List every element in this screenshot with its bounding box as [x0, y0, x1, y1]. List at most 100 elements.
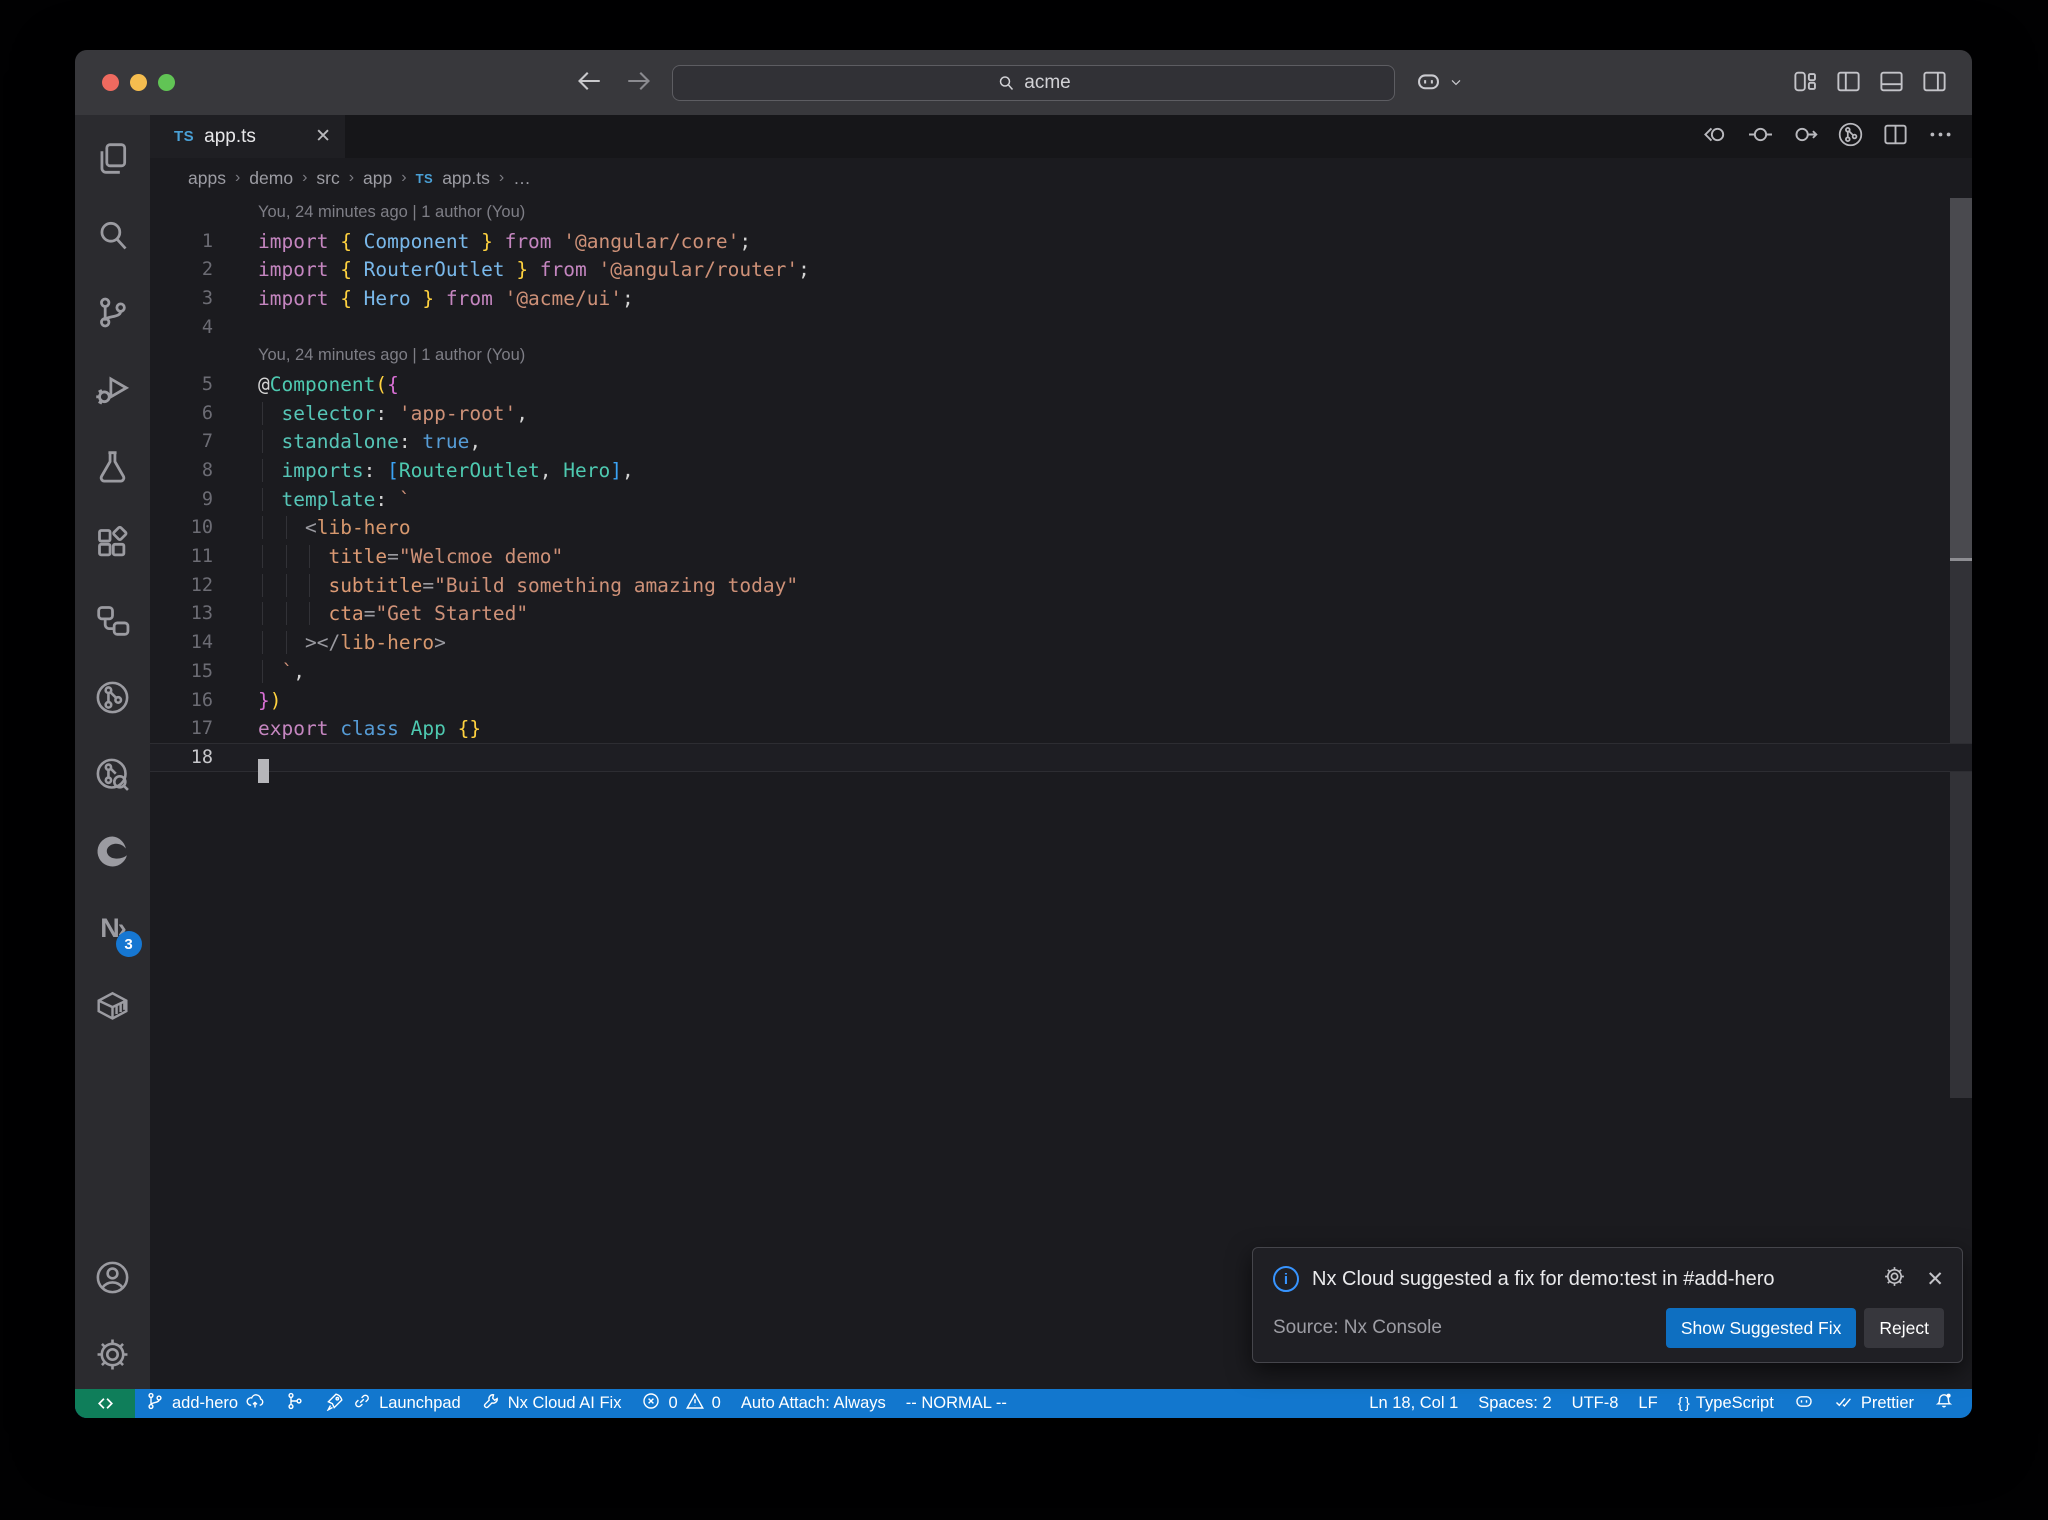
status-indentation[interactable]: Spaces: 2 — [1468, 1389, 1561, 1418]
breadcrumb-item-src[interactable]: src — [316, 168, 339, 189]
code-content[interactable]: @Component({ — [258, 373, 1972, 396]
line-number: 11 — [190, 546, 213, 568]
indent-guide — [262, 401, 263, 425]
extensions-icon[interactable] — [86, 514, 140, 572]
code-content[interactable]: title="Welcmoe demo" — [258, 545, 1972, 569]
browser-tools-icon[interactable] — [86, 822, 140, 880]
breadcrumb-item-app[interactable]: app — [363, 168, 392, 189]
breadcrumb-item-demo[interactable]: demo — [249, 168, 293, 189]
breadcrumb-item-[interactable]: … — [513, 168, 531, 189]
code-content[interactable]: }) — [258, 689, 1972, 712]
activity-bar: N› 3 — [75, 115, 150, 1389]
explorer-icon[interactable] — [86, 129, 140, 187]
code-content[interactable]: imports: [RouterOutlet, Hero], — [258, 459, 1972, 483]
close-window-button[interactable] — [102, 74, 119, 91]
split-editor-icon[interactable] — [1882, 121, 1909, 153]
history-back-icon[interactable] — [575, 66, 605, 101]
git-search-icon[interactable] — [86, 745, 140, 803]
toggle-secondary-sidebar-icon[interactable] — [1921, 68, 1948, 100]
nx-console-icon[interactable]: N› 3 — [86, 899, 142, 957]
status-label: Ln 18, Col 1 — [1369, 1394, 1459, 1412]
reject-button[interactable]: Reject — [1864, 1308, 1944, 1348]
line-number: 17 — [190, 718, 213, 740]
git-graph-circle-icon[interactable] — [86, 668, 140, 726]
status-copilot[interactable] — [1784, 1389, 1824, 1418]
show-suggested-fix-button[interactable]: Show Suggested Fix — [1665, 1308, 1857, 1348]
breadcrumb-item-apps[interactable]: apps — [188, 168, 226, 189]
circle-arrow-right-icon[interactable] — [1792, 121, 1819, 153]
line-number: 8 — [201, 460, 213, 482]
status-label: Spaces: 2 — [1478, 1394, 1552, 1412]
code-content[interactable]: cta="Get Started" — [258, 602, 1972, 626]
code-content[interactable]: <lib-hero — [258, 516, 1972, 540]
minimize-window-button[interactable] — [130, 74, 147, 91]
testing-icon[interactable] — [86, 437, 140, 495]
code-content[interactable]: export class App {} — [258, 717, 1972, 740]
status-encoding[interactable]: UTF-8 — [1562, 1389, 1629, 1418]
status-nx-cloud-ai-fix[interactable]: Nx Cloud AI Fix — [471, 1389, 632, 1418]
status-branch[interactable]: add-hero — [135, 1389, 275, 1418]
tab-close-icon[interactable]: ✕ — [315, 125, 331, 148]
status-bar: add-hero Launchpad Nx Cloud AI Fix 0 0 Auto A… — [75, 1389, 1972, 1418]
search-icon[interactable] — [86, 206, 140, 264]
status-label: Nx Cloud AI Fix — [507, 1394, 622, 1412]
indent-guide — [262, 573, 263, 597]
history-forward-icon[interactable] — [623, 66, 653, 101]
toggle-panel-icon[interactable] — [1878, 68, 1905, 100]
copilot-icon[interactable] — [1415, 68, 1442, 100]
container-icon[interactable] — [86, 976, 140, 1034]
status-launchpad[interactable]: Launchpad — [315, 1389, 471, 1418]
code-content[interactable]: selector: 'app-root', — [258, 401, 1972, 425]
code-content[interactable]: template: ` — [258, 487, 1972, 511]
customize-layout-icon[interactable] — [1792, 68, 1819, 100]
status-git-graph[interactable] — [275, 1389, 315, 1418]
project-graph-icon[interactable] — [86, 591, 140, 649]
chevron-down-icon[interactable] — [1448, 74, 1464, 95]
status-auto-attach[interactable]: Auto Attach: Always — [731, 1389, 896, 1418]
code-editor[interactable]: You, 24 minutes ago | 1 author (You) 1 imp… — [150, 198, 1972, 1389]
line-number: 12 — [190, 574, 213, 596]
dash-circle-icon[interactable] — [1747, 121, 1774, 153]
notification-toast: i Nx Cloud suggested a fix for demo:test… — [1252, 1247, 1963, 1363]
tab-app-ts[interactable]: TS app.ts ✕ — [150, 115, 345, 158]
code-content[interactable]: subtitle="Build something amazing today" — [258, 573, 1972, 597]
status-problems[interactable]: 00 — [631, 1389, 730, 1418]
gitlens-graph-icon[interactable] — [1837, 121, 1864, 153]
status-label: 0 — [668, 1394, 678, 1412]
status-eol[interactable]: LF — [1628, 1389, 1667, 1418]
toggle-primary-sidebar-icon[interactable] — [1835, 68, 1862, 100]
more-actions-icon[interactable] — [1927, 121, 1954, 153]
status-vim-mode[interactable]: -- NORMAL -- — [896, 1389, 1017, 1418]
nav-back-circle-icon[interactable] — [1702, 121, 1729, 153]
code-content[interactable]: standalone: true, — [258, 430, 1972, 454]
remote-indicator[interactable] — [75, 1389, 135, 1418]
breadcrumb-item-appts[interactable]: TS app.ts — [416, 168, 490, 189]
code-content[interactable]: import { Component } from '@angular/core… — [258, 230, 1972, 253]
settings-gear-icon[interactable] — [86, 1325, 140, 1383]
cursor — [258, 759, 269, 784]
breadcrumb-separator: › — [498, 169, 505, 186]
code-content[interactable]: ></lib-hero> — [258, 631, 1972, 655]
command-center-search[interactable]: acme — [672, 65, 1395, 101]
accounts-icon[interactable] — [86, 1248, 140, 1306]
code-content[interactable]: import { RouterOutlet } from '@angular/r… — [258, 258, 1972, 281]
typescript-file-icon: TS — [174, 128, 195, 145]
status-cursor-position[interactable]: Ln 18, Col 1 — [1359, 1389, 1468, 1418]
notification-settings-gear-icon[interactable] — [1882, 1264, 1907, 1294]
indent-guide — [262, 631, 263, 655]
run-and-debug-icon[interactable] — [86, 360, 140, 418]
notification-close-icon[interactable]: ✕ — [1926, 1267, 1944, 1292]
status-label: add-hero — [172, 1394, 239, 1412]
nx-badge: 3 — [115, 931, 142, 957]
zoom-window-button[interactable] — [158, 74, 175, 91]
status-label: Launchpad — [379, 1394, 461, 1412]
code-line: 13 cta="Get Started" — [150, 600, 1972, 629]
git-blame-annotation: You, 24 minutes ago | 1 author (You) — [150, 341, 1972, 370]
line-number: 6 — [201, 402, 213, 424]
source-control-icon[interactable] — [86, 283, 140, 341]
code-content[interactable]: `, — [258, 659, 1972, 683]
code-content[interactable]: import { Hero } from '@acme/ui'; — [258, 287, 1972, 310]
status-notifications-bell[interactable] — [1924, 1389, 1964, 1418]
status-language-mode[interactable]: { } TypeScript — [1668, 1389, 1784, 1418]
status-prettier[interactable]: Prettier — [1824, 1389, 1924, 1418]
